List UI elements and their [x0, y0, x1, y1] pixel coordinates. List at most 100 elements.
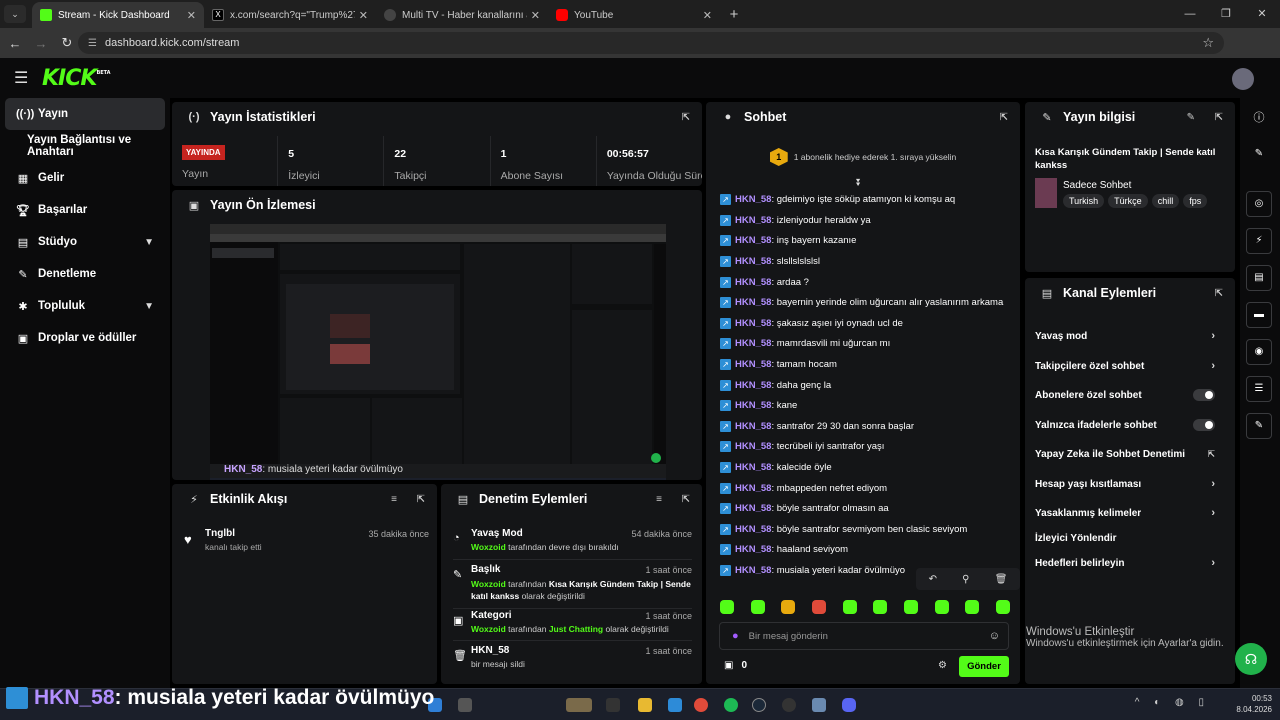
pin-icon[interactable]: ⚲: [962, 574, 969, 585]
close-tab-icon[interactable]: ✕: [703, 9, 712, 22]
stream-category[interactable]: Sadece Sohbet: [1063, 180, 1131, 191]
forward-icon[interactable]: →: [28, 36, 54, 51]
reply-icon[interactable]: ↶: [929, 574, 937, 585]
channel-action-item[interactable]: Hesap yaşı kısıtlaması ›: [1035, 474, 1225, 494]
kick-logo[interactable]: KICKBETA: [42, 66, 111, 91]
obs-icon[interactable]: [782, 698, 796, 712]
clipboard-icon[interactable]: ▤: [1246, 265, 1272, 291]
chat-message[interactable]: ↗ HKN_58: izleniyodur heraldw ya: [720, 210, 871, 230]
browser-tab-kick[interactable]: Stream - Kick Dashboard ✕: [32, 2, 204, 28]
chat-username[interactable]: HKN_58: [735, 338, 771, 349]
chat-pinned-goal[interactable]: 1 1 abonelik hediye ederek 1. sıraya yük…: [706, 146, 1020, 168]
emote-icon[interactable]: [934, 600, 949, 614]
chat-settings-icon[interactable]: ⚙: [938, 660, 947, 671]
chat-message[interactable]: ↗ HKN_58: bayernin yerinde olim uğurcanı …: [720, 293, 1003, 313]
sidebar-item-studyo[interactable]: ▤ Stüdyo ▼: [0, 226, 170, 258]
delete-icon[interactable]: 🗑︎: [995, 574, 1008, 585]
emote-icon[interactable]: [720, 600, 734, 614]
sidebar-item-yayin[interactable]: ((·)) Yayın: [5, 98, 165, 130]
channel-action-item[interactable]: İzleyici Yönlendir: [1035, 528, 1225, 548]
chat-username[interactable]: HKN_58: [735, 235, 771, 246]
filter-icon[interactable]: ≡: [391, 494, 397, 505]
wrench-icon[interactable]: ✎: [1246, 413, 1272, 439]
chat-message[interactable]: ↗ HKN_58: kane: [720, 396, 797, 416]
sidebar-item-topluluk[interactable]: ✱ Topluluk ▼: [0, 290, 170, 322]
bookmark-star-icon[interactable]: ☆: [1202, 35, 1214, 51]
browser-tab-multitv[interactable]: Multi TV - Haber kanallarını ay ✕: [376, 2, 548, 28]
chat-message[interactable]: ↗ HKN_58: ardaa ?: [720, 272, 809, 292]
app-icon[interactable]: [812, 698, 826, 712]
chat-message[interactable]: ↗ HKN_58: mamrdasvili mi uğurcan mı: [720, 334, 890, 354]
channel-action-item[interactable]: Hedefleri belirleyin ›: [1035, 553, 1225, 573]
chat-username[interactable]: HKN_58: [735, 400, 771, 411]
emote-icon[interactable]: [811, 600, 826, 614]
chat-message[interactable]: ↗ HKN_58: slsllslslslsl: [720, 251, 820, 271]
chat-username[interactable]: HKN_58: [735, 318, 771, 329]
scroll-down-icon[interactable]: ⏬︎: [856, 178, 861, 189]
popout-icon[interactable]: ⇱: [682, 112, 690, 123]
popout-icon[interactable]: ⇱: [1215, 288, 1223, 299]
emote-icon[interactable]: [965, 600, 980, 614]
reload-icon[interactable]: ↻: [54, 35, 80, 51]
chat-message[interactable]: ↗ HKN_58: tecrübeli iyi santrafor yaşı: [720, 437, 884, 457]
address-bar[interactable]: ☰ dashboard.kick.com/stream ☆: [78, 32, 1224, 54]
chat-username[interactable]: HKN_58: [735, 503, 771, 514]
popout-icon[interactable]: ⇱: [682, 494, 690, 505]
stream-preview-video[interactable]: [210, 224, 666, 480]
channel-action-item[interactable]: Yapay Zeka ile Sohbet Denetimi ⇱: [1035, 444, 1225, 464]
chat-username[interactable]: HKN_58: [735, 194, 771, 205]
edit-icon[interactable]: ✎: [1246, 142, 1272, 168]
tray-icons[interactable]: ^ ◐ ◍ ▯: [1135, 697, 1210, 708]
chat-icon[interactable]: ▬: [1246, 302, 1272, 328]
microphone-icon[interactable]: ●: [732, 630, 739, 642]
toggle-switch[interactable]: [1193, 419, 1215, 431]
chat-message[interactable]: ↗ HKN_58: haaland seviyom: [720, 540, 848, 560]
chat-username[interactable]: HKN_58: [735, 256, 771, 267]
chat-username[interactable]: HKN_58: [735, 297, 771, 308]
browser-tab-youtube[interactable]: YouTube ✕: [548, 2, 720, 28]
chat-message[interactable]: ↗ HKN_58: santrafor 29 30 dan sonra başla…: [720, 416, 914, 436]
target-icon[interactable]: ◎: [1246, 191, 1272, 217]
edit-icon[interactable]: ✎: [1187, 112, 1195, 123]
popout-icon[interactable]: ⇱: [1000, 112, 1008, 123]
emote-icon[interactable]: [842, 600, 857, 614]
popout-icon[interactable]: ⇱: [417, 494, 425, 505]
chat-message[interactable]: ↗ HKN_58: şakasız aşıeı iyi oynadı ucl de: [720, 313, 903, 333]
chat-username[interactable]: HKN_58: [735, 524, 771, 535]
tag[interactable]: Turkish: [1063, 194, 1105, 208]
site-info-icon[interactable]: ☰: [88, 38, 97, 49]
chat-username[interactable]: HKN_58: [735, 215, 771, 226]
close-tab-icon[interactable]: ✕: [187, 9, 196, 22]
restore-icon[interactable]: ❐: [1208, 0, 1244, 28]
close-tab-icon[interactable]: ✕: [531, 9, 540, 22]
filter-icon[interactable]: ≡: [656, 494, 662, 505]
minimize-icon[interactable]: —: [1172, 0, 1208, 28]
chat-message[interactable]: ↗ HKN_58: mbappeden nefret ediyom: [720, 478, 887, 498]
new-tab-button[interactable]: +: [724, 6, 744, 23]
channel-action-item[interactable]: Abonelere özel sohbet: [1035, 385, 1225, 405]
chat-username[interactable]: HKN_58: [735, 462, 771, 473]
store-icon[interactable]: [668, 698, 682, 712]
support-button[interactable]: ☊: [1235, 643, 1267, 675]
toggle-switch[interactable]: [1193, 389, 1215, 401]
chat-message[interactable]: ↗ HKN_58: tamam hocam: [720, 354, 837, 374]
sidebar-item-basarilar[interactable]: 🏆︎ Başarılar: [0, 194, 170, 226]
browser-tab-x[interactable]: X x.com/search?q="Trump%27in ✕: [204, 2, 376, 28]
chat-username[interactable]: HKN_58: [735, 421, 771, 432]
sidebar-item-gelir[interactable]: ▦ Gelir: [0, 162, 170, 194]
chat-username[interactable]: HKN_58: [735, 544, 771, 555]
sidebar-item-stream-key[interactable]: Yayın Bağlantısı ve Anahtarı: [0, 130, 170, 162]
chrome-icon[interactable]: [694, 698, 708, 712]
tag[interactable]: Türkçe: [1108, 194, 1148, 208]
close-window-icon[interactable]: ✕: [1244, 0, 1280, 28]
chat-message[interactable]: ↗ HKN_58: gdeimiyo işte söküp atamıyon ki…: [720, 190, 955, 210]
emote-icon[interactable]: [995, 600, 1010, 614]
task-view-icon[interactable]: [606, 698, 620, 712]
channel-points[interactable]: ▣ 0: [724, 660, 747, 671]
chat-username[interactable]: HKN_58: [735, 380, 771, 391]
channel-action-item[interactable]: Takipçilere özel sohbet ›: [1035, 356, 1225, 376]
discord-icon[interactable]: [842, 698, 856, 712]
channel-action-item[interactable]: Yavaş mod ›: [1035, 326, 1225, 346]
broadcast-icon[interactable]: ◉: [1246, 339, 1272, 365]
chat-message[interactable]: ↗ HKN_58: kalecide öyle: [720, 457, 832, 477]
